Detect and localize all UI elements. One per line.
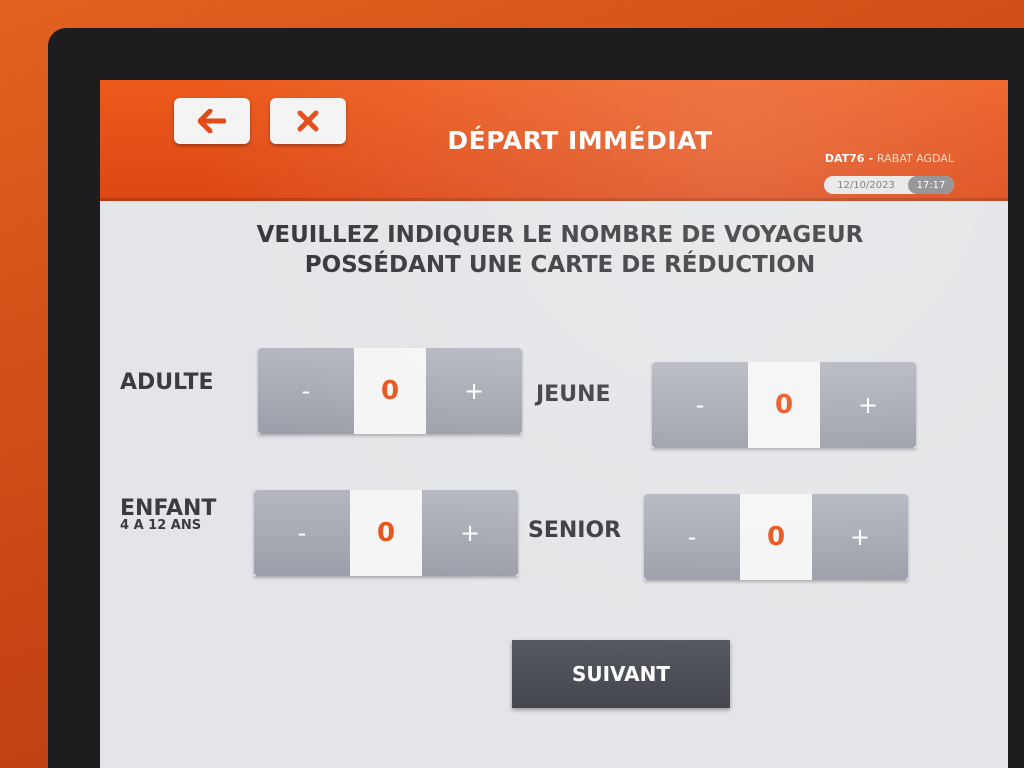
increment-adulte-button[interactable]: +: [426, 348, 522, 434]
value-jeune: 0: [748, 362, 820, 448]
stepper-enfant: - 0 +: [254, 490, 518, 576]
stepper-senior: - 0 +: [644, 494, 908, 580]
header-bar: DÉPART IMMÉDIAT DAT76- RABAT AGDAL 12/10/…: [100, 80, 1008, 201]
decrement-senior-button[interactable]: -: [644, 494, 740, 580]
datetime-display: 12/10/2023 17:17: [824, 176, 954, 194]
station-code: DAT76: [824, 152, 865, 165]
instruction-line-2: POSSÉDANT UNE CARTE DE RÉDUCTION: [304, 252, 816, 278]
stepper-jeune: - 0 +: [652, 362, 916, 448]
close-button[interactable]: [270, 98, 346, 144]
station-separator: -: [868, 152, 874, 165]
label-senior: SENIOR: [528, 518, 622, 543]
decrement-adulte-button[interactable]: -: [258, 348, 354, 434]
arrow-left-icon: [198, 109, 226, 133]
label-adulte: ADULTE: [120, 370, 214, 395]
close-icon: [297, 110, 319, 132]
decrement-enfant-button[interactable]: -: [254, 490, 350, 576]
station-info: DAT76- RABAT AGDAL: [825, 152, 954, 165]
increment-jeune-button[interactable]: +: [820, 362, 916, 448]
label-enfant: ENFANT 4 A 12 ANS: [120, 496, 216, 532]
back-button[interactable]: [174, 98, 250, 144]
value-adulte: 0: [354, 348, 426, 434]
increment-enfant-button[interactable]: +: [422, 490, 518, 576]
label-jeune: JEUNE: [536, 382, 611, 407]
decrement-jeune-button[interactable]: -: [652, 362, 748, 448]
value-senior: 0: [740, 494, 812, 580]
kiosk-screen: DÉPART IMMÉDIAT DAT76- RABAT AGDAL 12/10/…: [100, 80, 1008, 768]
instruction-line-1: VEUILLEZ INDIQUER LE NOMBRE DE VOYAGEUR: [256, 222, 864, 248]
page-title: DÉPART IMMÉDIAT: [447, 126, 713, 155]
value-enfant: 0: [350, 490, 422, 576]
date-display: 12/10/2023: [837, 179, 895, 191]
time-display: 17:17: [908, 176, 954, 194]
instruction-text: VEUILLEZ INDIQUER LE NOMBRE DE VOYAGEUR …: [220, 220, 900, 280]
stepper-adulte: - 0 +: [258, 348, 522, 434]
increment-senior-button[interactable]: +: [812, 494, 908, 580]
station-name: RABAT AGDAL: [877, 152, 954, 165]
next-button[interactable]: SUIVANT: [512, 640, 730, 708]
